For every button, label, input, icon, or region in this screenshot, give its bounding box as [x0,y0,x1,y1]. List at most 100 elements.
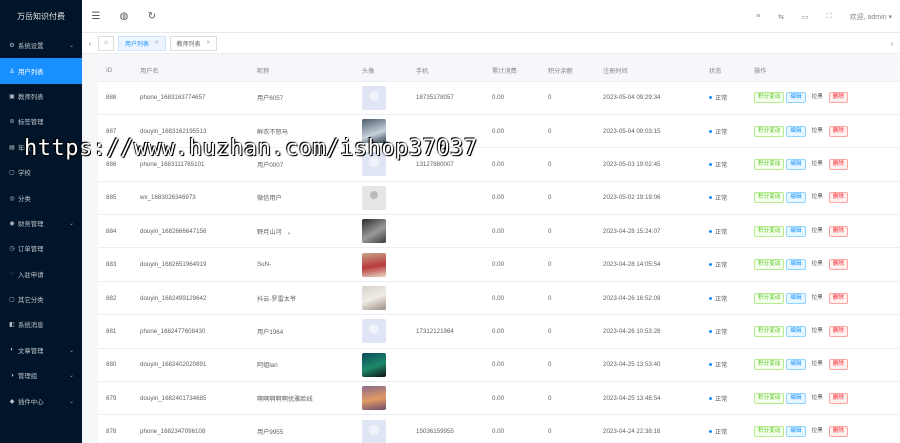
block-button[interactable]: 拉黑 [808,293,827,304]
sidebar-item-label: 年级 [18,144,31,152]
points-change-button[interactable]: 积分变动 [754,392,785,404]
cell-nickname: 用户1964 [249,314,354,349]
fullscreen-icon[interactable]: ⛶ [827,13,832,21]
menu-toggle-icon[interactable]: ☰ [82,11,110,22]
points-change-button[interactable]: 积分变动 [754,125,785,137]
sidebar-item[interactable]: ◐ 文章管理 ⌄ [0,338,82,363]
table-header-row: ID 用户名 昵称 头像 手机 累计消费 积分余额 注册时间 状态 操作 [98,60,900,82]
cell-username: phone_1682477608430 [132,314,249,349]
status-dot-icon [709,196,712,200]
sidebar-item[interactable]: ◎ 分类 [0,185,82,210]
block-button[interactable]: 拉黑 [808,126,827,137]
edit-button[interactable]: 编辑 [786,192,806,204]
cell-nickname: 阿姐lan [249,348,354,383]
points-change-button[interactable]: 积分变动 [754,426,785,438]
points-change-button[interactable]: 积分变动 [754,92,785,104]
block-button[interactable]: 拉黑 [808,259,827,270]
block-button[interactable]: 拉黑 [808,393,827,404]
sidebar-item[interactable]: ♙ 用户列表 [0,58,82,84]
cell-username: douyin_1682499129642 [132,281,249,316]
block-button[interactable]: 拉黑 [808,92,827,103]
block-button[interactable]: 拉黑 [808,226,827,237]
status-cell: 正常 [701,114,746,149]
sidebar-item[interactable]: ◌ 入驻申请 [0,262,82,287]
status-badge: 正常 [709,427,727,436]
points-change-button[interactable]: 积分变动 [754,325,785,337]
delete-button[interactable]: 删除 [828,192,848,204]
close-icon[interactable]: × [207,40,211,46]
edit-button[interactable]: 编辑 [786,392,806,404]
delete-button[interactable]: 删除 [828,426,848,438]
delete-button[interactable]: 删除 [828,92,848,104]
cell-points: 0 [540,414,595,443]
user-menu[interactable]: 欢迎, admin ▾ [850,12,892,22]
tab-teacher-list[interactable]: 教师列表 × [169,35,218,51]
table-body[interactable]: 888 phone_1683163774657 用户6057 18735178057 0… [98,81,900,443]
status-dot-icon [709,430,712,434]
edit-button[interactable]: 编辑 [786,92,806,104]
sidebar-item[interactable]: ▢ 学校 [0,160,82,185]
sidebar-item[interactable]: ▤ 年级 [0,135,82,160]
edit-button[interactable]: 编辑 [786,426,806,438]
block-button[interactable]: 拉黑 [808,192,827,203]
sidebar-item-icon: ♙ [9,68,15,75]
document-icon[interactable]: ▭ [802,13,809,21]
delete-button[interactable]: 删除 [828,225,848,237]
cell-registered: 2023-04-25 13:53:40 [595,348,701,383]
delete-button[interactable]: 删除 [828,259,848,271]
block-button[interactable]: 拉黑 [808,359,827,370]
sidebar-item[interactable]: ▣ 教师列表 [0,84,82,109]
edit-button[interactable]: 编辑 [786,225,806,237]
sidebar-item-icon: ▤ [9,144,15,151]
sidebar-item[interactable]: ⊘ 标签管理 [0,109,82,134]
status-dot-icon [709,296,712,300]
table-row: 882 douyin_1682499129642 抖云-罗雷太爷 0.00 0 2023-… [98,281,900,316]
edit-button[interactable]: 编辑 [786,325,806,337]
sidebar-item[interactable]: ◷ 订单管理 [0,236,82,261]
sidebar-item[interactable]: ◑ 管理组 ⌄ [0,363,82,388]
edit-button[interactable]: 编辑 [786,292,806,304]
block-button[interactable]: 拉黑 [808,159,827,170]
cell-registered: 2023-04-28 15:24:07 [595,214,701,249]
sidebar-item[interactable]: ▢ 其它分类 [0,287,82,312]
delete-button[interactable]: 删除 [828,359,848,371]
points-change-button[interactable]: 积分变动 [754,192,785,204]
points-change-button[interactable]: 积分变动 [754,359,785,371]
actions-cell: 积分变动 编辑 拉黑 删除 [746,281,900,316]
table-row: 879 douyin_1682401734685 啊啊啊啊啊优雅脸线 0.00 0 202… [98,381,900,416]
edit-button[interactable]: 编辑 [786,158,806,170]
tabs-scroll-left-icon[interactable]: ‹ [82,39,98,48]
chevron-down-icon: ⌄ [68,347,74,354]
avatar-cell [354,147,408,182]
block-button[interactable]: 拉黑 [808,426,827,437]
globe-icon[interactable]: ◍ [110,11,138,22]
points-change-button[interactable]: 积分变动 [754,158,785,170]
delete-button[interactable]: 删除 [828,325,848,337]
cell-registered: 2023-05-04 09:29:34 [595,81,701,115]
refresh-icon[interactable]: ↻ [138,11,166,22]
points-change-button[interactable]: 积分变动 [754,292,785,304]
points-change-button[interactable]: 积分变动 [754,259,785,271]
sidebar-item-icon: ◧ [9,322,15,329]
delete-button[interactable]: 删除 [828,392,848,404]
block-button[interactable]: 拉黑 [808,326,827,337]
sidebar-item[interactable]: ⚙ 系统设置 ⌄ [0,33,82,58]
tabs-scroll-right-icon[interactable]: › [884,39,900,48]
tab-user-list[interactable]: 用户列表 × [118,35,166,51]
delete-button[interactable]: 删除 [828,125,848,137]
switch-icon[interactable]: ⇆ [778,13,784,21]
edit-button[interactable]: 编辑 [786,359,806,371]
delete-button[interactable]: 删除 [828,292,848,304]
sidebar-item[interactable]: ◧ 系统消息 [0,312,82,337]
edit-button[interactable]: 编辑 [786,125,806,137]
close-icon[interactable]: × [155,40,159,46]
points-change-button[interactable]: 积分变动 [754,225,785,237]
edit-button[interactable]: 编辑 [786,259,806,271]
sidebar-item[interactable]: ◆ 插件中心 ⌄ [0,388,82,413]
cell-id: 884 [98,214,132,249]
sidebar-item[interactable]: ◉ 财务管理 ⌄ [0,211,82,236]
home-tab-icon[interactable]: ⌂ [98,35,114,51]
delete-button[interactable]: 删除 [828,158,848,170]
list-icon[interactable]: ≡ [756,13,760,20]
cell-phone: 15036159955 [408,414,484,443]
